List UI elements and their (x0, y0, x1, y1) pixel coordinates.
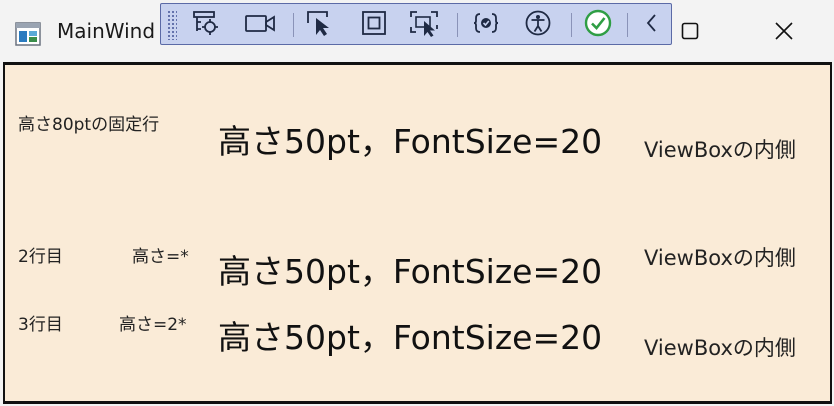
toolbar-separator (571, 13, 572, 37)
title-bar[interactable]: MainWind (0, 0, 834, 62)
select-element-button[interactable] (303, 9, 337, 41)
collapse-toolbar-button[interactable] (635, 9, 669, 41)
toolbar-separator (627, 13, 628, 37)
row1-label: 高さ80ptの固定行 (18, 115, 160, 135)
main-window: MainWind 高さ80ptの固定行 高さ50pt，FontSize=20 V… (0, 0, 834, 406)
row1-viewbox-text: ViewBoxの内側 (644, 138, 796, 162)
binding-failures-icon (471, 9, 501, 41)
row2-main-text: 高さ50pt，FontSize=20 (218, 252, 603, 291)
row2-height-label: 高さ=* (132, 247, 189, 267)
debug-toolbar[interactable] (160, 3, 672, 45)
close-button[interactable] (764, 16, 804, 50)
toolbar-separator (457, 13, 458, 37)
chevron-left-icon (642, 11, 662, 39)
select-element-icon (305, 9, 335, 41)
track-focused-element-icon (408, 9, 440, 41)
row2-viewbox-text: ViewBoxの内側 (644, 246, 796, 270)
restore-button[interactable] (670, 16, 710, 50)
display-layout-adorners-button[interactable] (357, 9, 391, 41)
app-window-icon (15, 22, 41, 46)
row3-viewbox-text: ViewBoxの内側 (644, 336, 796, 360)
toolbar-grip-icon[interactable] (167, 10, 177, 40)
row3-height-label: 高さ=2* (119, 315, 187, 335)
record-button[interactable] (243, 9, 277, 41)
row3-main-text: 高さ50pt，FontSize=20 (218, 318, 603, 357)
binding-failures-button[interactable] (469, 9, 503, 41)
hot-reload-status-icon (583, 8, 613, 42)
row2-label: 2行目 (18, 247, 63, 267)
accessibility-checker-button[interactable] (521, 9, 555, 41)
display-layout-adorners-icon (360, 9, 388, 41)
video-camera-icon (244, 11, 276, 39)
close-icon (774, 21, 794, 45)
live-visual-tree-button[interactable] (189, 9, 223, 41)
hot-reload-status-button[interactable] (581, 9, 615, 41)
live-visual-tree-icon (191, 9, 221, 41)
row3-label: 3行目 (18, 315, 63, 335)
restore-icon (680, 21, 700, 45)
window-title: MainWind (57, 19, 156, 43)
window-content: 高さ80ptの固定行 高さ50pt，FontSize=20 ViewBoxの内側… (3, 62, 832, 404)
track-focused-element-button[interactable] (407, 9, 441, 41)
accessibility-checker-icon (524, 9, 552, 41)
row1-main-text: 高さ50pt，FontSize=20 (218, 122, 603, 161)
toolbar-separator (293, 13, 294, 37)
